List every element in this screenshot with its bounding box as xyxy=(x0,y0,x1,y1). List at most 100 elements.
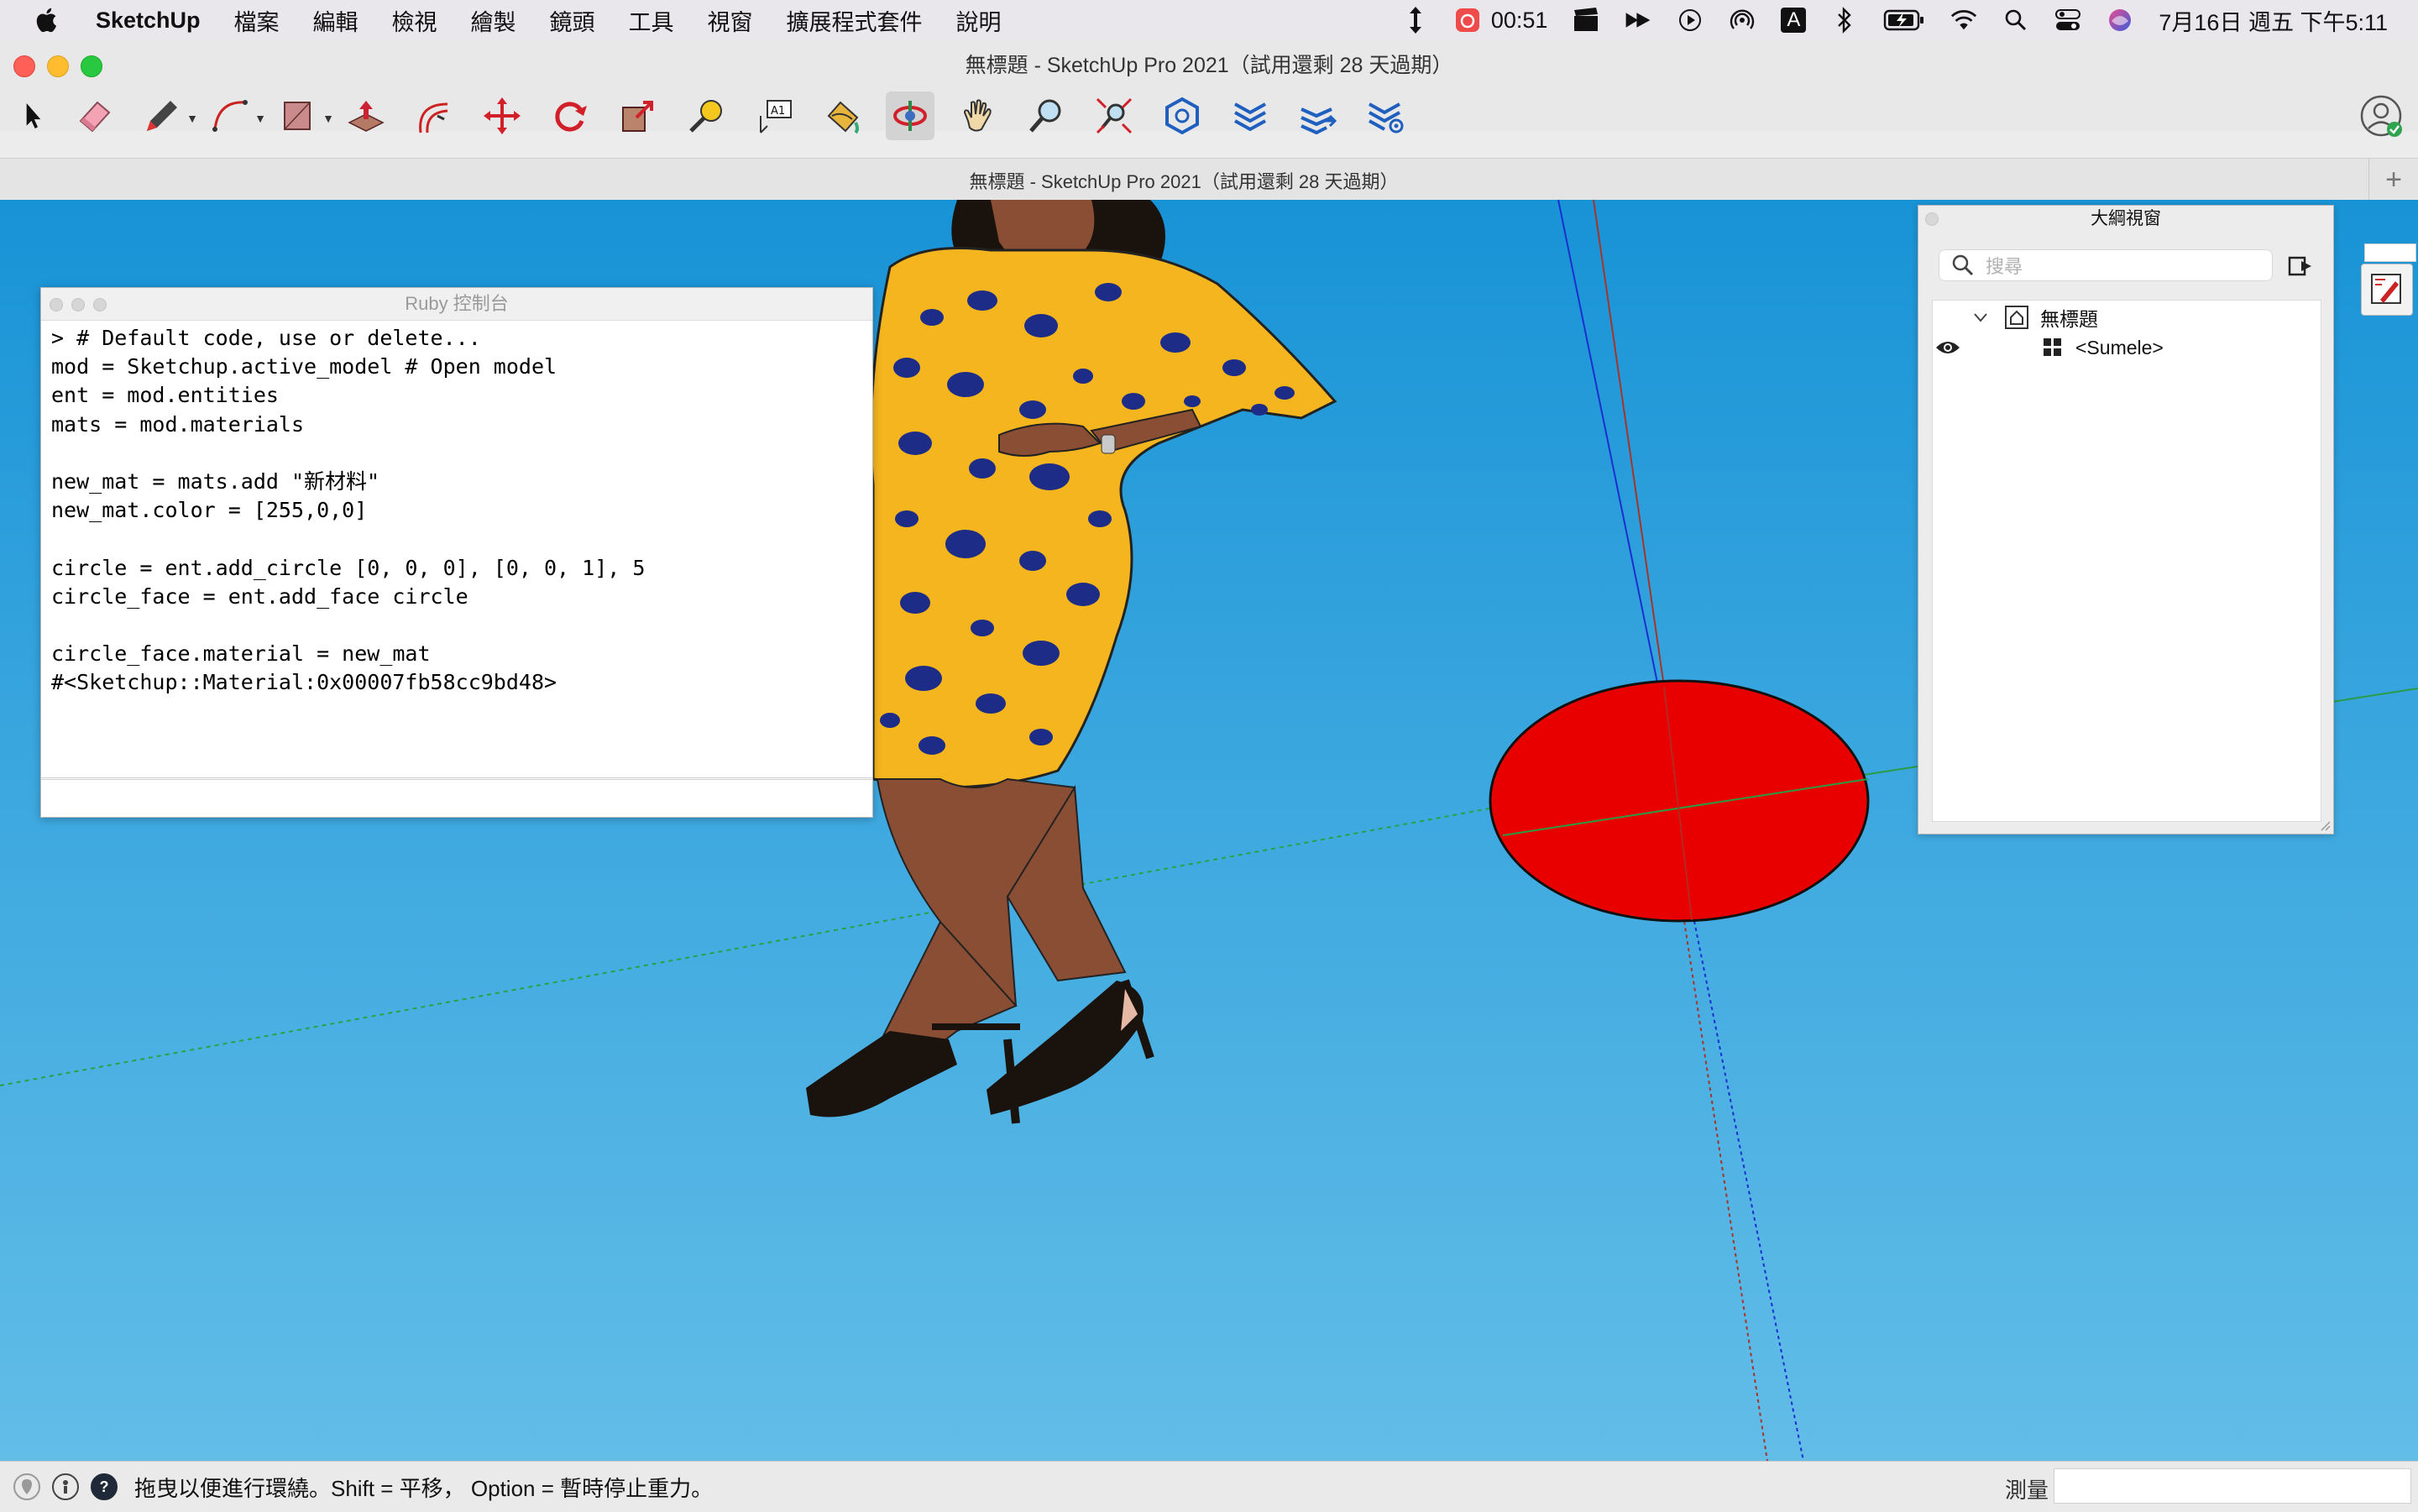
add-tab-button[interactable]: + xyxy=(2368,159,2418,201)
geo-location-icon[interactable] xyxy=(13,1473,40,1500)
send-to-layout-tool-button[interactable] xyxy=(1294,92,1342,140)
text-tool-button[interactable]: A1 xyxy=(750,92,798,140)
orbit-icon xyxy=(893,101,927,131)
menu-app-name[interactable]: SketchUp xyxy=(96,8,201,34)
extension-warehouse-tool-button[interactable] xyxy=(1226,92,1274,140)
pan-tool-button[interactable] xyxy=(954,92,1002,140)
svg-text:A1: A1 xyxy=(771,105,785,118)
outliner-close-button[interactable] xyxy=(1925,212,1939,226)
ruby-console-close-button[interactable] xyxy=(50,298,63,311)
ruby-console-output[interactable]: > # Default code, use or delete... mod = … xyxy=(41,321,872,774)
red-circle-face[interactable] xyxy=(1489,679,1870,923)
battery-icon[interactable] xyxy=(1883,7,1925,34)
orbit-tool-button[interactable] xyxy=(886,92,934,140)
left-shoe xyxy=(806,1031,957,1117)
3d-warehouse-icon xyxy=(1165,97,1199,135)
extension-manager-tool-button[interactable] xyxy=(1362,92,1410,140)
bluetooth-icon[interactable] xyxy=(1831,7,1858,34)
select-arrow-icon xyxy=(26,103,41,128)
ruby-console-zoom-button[interactable] xyxy=(93,298,107,311)
fast-forward-icon[interactable] xyxy=(1625,7,1651,34)
input-source-icon[interactable]: A xyxy=(1781,8,1807,33)
eye-visibility-icon[interactable] xyxy=(1934,337,1961,358)
user-account-icon xyxy=(2360,95,2402,137)
push-pull-tool-button[interactable] xyxy=(342,92,390,140)
ruby-console-title-bar[interactable]: Ruby 控制台 xyxy=(41,288,872,321)
chevron-down-icon[interactable]: ▼ xyxy=(254,112,266,125)
default-tray[interactable] xyxy=(2358,235,2418,327)
tape-measure-tool-button[interactable] xyxy=(682,92,730,140)
resize-arrows-icon[interactable] xyxy=(1402,7,1429,34)
ruby-console-window[interactable]: Ruby 控制台 > # Default code, use or delete… xyxy=(40,287,873,818)
wifi-icon[interactable] xyxy=(1950,7,1977,34)
eraser-tool-button[interactable] xyxy=(70,92,118,140)
help-icon[interactable]: ? xyxy=(91,1473,118,1500)
menu-window[interactable]: 視窗 xyxy=(708,4,753,37)
zoom-extents-tool-button[interactable] xyxy=(1090,92,1138,140)
zoom-tool-button[interactable] xyxy=(1022,92,1070,140)
rotate-icon xyxy=(555,102,587,132)
layout-icon xyxy=(1301,107,1337,135)
timer-app-icon[interactable] xyxy=(1454,7,1481,34)
spotlight-search-icon[interactable] xyxy=(2002,7,2029,34)
control-center-icon[interactable] xyxy=(2054,7,2081,34)
ruby-console-line: new_mat = mats.add "新材料" xyxy=(51,468,380,494)
move-arrows-icon xyxy=(484,97,521,134)
measurements-label: 測量 xyxy=(2004,1478,2049,1503)
paint-bucket-tool-button[interactable] xyxy=(818,92,866,140)
push-pull-icon xyxy=(348,101,385,132)
document-tab-title[interactable]: 無標題 - SketchUp Pro 2021（試用還剩 28 天過期） xyxy=(0,167,2368,194)
ruby-console-line: circle_face = ent.add_face circle xyxy=(51,583,468,609)
menu-help[interactable]: 說明 xyxy=(956,4,1002,37)
menu-view[interactable]: 檢視 xyxy=(392,4,437,37)
outliner-child-row[interactable]: <Sumele> xyxy=(1934,332,2164,363)
tray-handle[interactable] xyxy=(2364,243,2416,262)
rectangle-icon xyxy=(284,102,311,130)
outliner-child-label: <Sumele> xyxy=(2075,336,2164,358)
menu-bar: SketchUp 檔案 編輯 檢視 繪製 鏡頭 工具 視窗 擴展程式套件 說明 … xyxy=(0,0,2418,40)
menu-extensions[interactable]: 擴展程式套件 xyxy=(787,4,923,37)
clapperboard-icon[interactable] xyxy=(1573,7,1599,34)
outliner-root-row[interactable]: 無標題 xyxy=(1971,302,2098,332)
outliner-details-button[interactable] xyxy=(2286,253,2316,280)
3d-warehouse-tool-button[interactable] xyxy=(1158,92,1206,140)
menu-draw[interactable]: 繪製 xyxy=(471,4,516,37)
arc-tool-button[interactable]: ▼ xyxy=(206,92,266,140)
select-tool-button[interactable] xyxy=(17,92,50,140)
rotate-tool-button[interactable] xyxy=(546,92,594,140)
outliner-title: 大綱視窗 xyxy=(2091,209,2161,228)
outliner-panel[interactable]: 大綱視窗 搜尋 無標題 <Sumele> xyxy=(1918,205,2334,834)
tray-ruby-console-button[interactable] xyxy=(2361,264,2413,316)
clock-date-time[interactable]: 7月16日 週五 下午5:11 xyxy=(2159,4,2388,37)
credits-info-icon[interactable] xyxy=(52,1473,79,1500)
outliner-tree[interactable]: 無標題 <Sumele> xyxy=(1932,300,2321,822)
play-circle-icon[interactable] xyxy=(1677,7,1704,34)
siri-icon[interactable] xyxy=(2107,7,2133,34)
menu-file[interactable]: 檔案 xyxy=(234,4,280,37)
ruby-console-minimize-button[interactable] xyxy=(71,298,85,311)
apple-icon[interactable] xyxy=(34,6,62,34)
ruby-console-input[interactable] xyxy=(41,777,872,817)
move-tool-button[interactable] xyxy=(478,92,526,140)
outliner-search-field[interactable]: 搜尋 xyxy=(1939,249,2273,281)
pencil-tool-button[interactable]: ▼ xyxy=(138,92,198,140)
shape-tool-button[interactable]: ▼ xyxy=(274,92,334,140)
chevron-down-icon[interactable]: ▼ xyxy=(322,112,334,125)
scale-tool-button[interactable] xyxy=(614,92,662,140)
measurements-input[interactable] xyxy=(2054,1468,2411,1504)
outliner-title-bar[interactable]: 大綱視窗 xyxy=(1918,206,2333,233)
airdrop-icon[interactable] xyxy=(1729,7,1756,34)
resize-grip-icon[interactable] xyxy=(2318,819,2332,832)
blue-axis-dotted xyxy=(1687,887,1804,1461)
menu-tools[interactable]: 工具 xyxy=(629,4,674,37)
scale-figure-person[interactable] xyxy=(806,200,1337,1124)
chevron-down-icon[interactable] xyxy=(1971,308,1990,327)
menu-edit[interactable]: 編輯 xyxy=(313,4,359,37)
offset-icon xyxy=(419,102,448,133)
chevron-down-icon[interactable]: ▼ xyxy=(186,112,198,125)
offset-tool-button[interactable] xyxy=(410,92,458,140)
account-button[interactable] xyxy=(2359,94,2405,139)
ruby-console-line: > # Default code, use or delete... xyxy=(51,326,481,350)
tape-measure-icon xyxy=(689,100,722,133)
menu-camera[interactable]: 鏡頭 xyxy=(550,4,595,37)
